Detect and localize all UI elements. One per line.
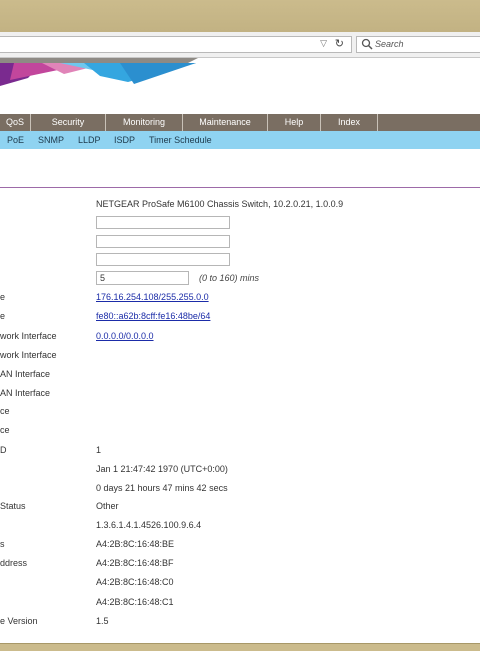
menu-monitoring[interactable]: Monitoring [106,114,183,131]
submenu-lldp[interactable]: LLDP [78,131,101,149]
mac-address-2-value: A4:2B:8C:16:48:BF [96,558,174,568]
menu-help[interactable]: Help [268,114,321,131]
interface-a-label: ce [0,406,10,416]
browser-navigation-bar: ▽ ↻ Search [0,32,480,58]
service-port-ipv4-link[interactable]: 176.16.254.108/255.255.0.0 [96,292,209,302]
login-timeout-hint: (0 to 160) mins [199,273,260,283]
up-time-value: 0 days 21 hours 47 mins 42 secs [96,483,228,493]
submenu-timer-schedule[interactable]: Timer Schedule [149,131,212,149]
submenu-snmp[interactable]: SNMP [38,131,64,149]
menu-security[interactable]: Security [31,114,106,131]
service-port-ipv6-label: e [0,311,6,321]
network-interface-ipv4-link[interactable]: 0.0.0.0/0.0.0.0 [96,331,154,341]
status-label: Status [0,501,26,511]
url-history-dropdown-icon[interactable]: ▽ [320,38,327,49]
network-interface-ipv4-label: work Interface [0,331,57,341]
search-input[interactable]: Search [356,36,480,53]
mac-address-3-value: A4:2B:8C:16:48:C0 [96,577,174,587]
system-contact-input[interactable] [96,253,230,266]
version-label: e Version [0,616,38,626]
status-value: Other [96,501,119,511]
object-id-value: 1.3.6.1.4.1.4526.100.9.6.4 [96,520,202,530]
submenu-isdp[interactable]: ISDP [114,131,135,149]
interface-b-label: ce [0,425,10,435]
vlan-interface-ipv4-label: AN Interface [0,369,51,379]
main-menu-bar: QoS Security Monitoring Maintenance Help… [0,114,480,131]
mac-address-1-label: s [0,539,5,549]
system-location-input[interactable] [96,235,230,248]
mac-address-2-label: ddress [0,558,28,568]
service-port-ipv6-link[interactable]: fe80::a62b:8cff:fe16:48be/64 [96,311,210,321]
mac-address-1-value: A4:2B:8C:16:48:BE [96,539,175,549]
search-placeholder: Search [375,39,404,49]
reload-icon[interactable]: ↻ [335,37,344,50]
section-divider [0,187,480,188]
menu-qos[interactable]: QoS [0,114,31,131]
network-interface-ipv6-label: work Interface [0,350,57,360]
system-time-value: Jan 1 21:47:42 1970 (UTC+0:00) [96,464,228,474]
service-port-ipv4-label: e [0,292,6,302]
system-description-value: NETGEAR ProSafe M6100 Chassis Switch, 10… [96,199,344,209]
menu-index[interactable]: Index [321,114,378,131]
sub-menu-bar: PoE SNMP LLDP ISDP Timer Schedule [0,131,480,149]
browser-title-bar [0,0,480,33]
login-timeout-input[interactable]: 5 [96,271,189,285]
submenu-poe[interactable]: PoE [7,131,24,149]
url-bar[interactable]: ▽ ↻ [0,36,352,53]
version-value: 1.5 [96,616,109,626]
unit-value: 1 [96,445,102,455]
system-name-input[interactable] [96,216,230,229]
page-content: QoS Security Monitoring Maintenance Help… [0,58,480,643]
vlan-interface-ipv6-label: AN Interface [0,388,51,398]
netgear-banner-graphic [0,58,480,114]
unit-label: D [0,445,7,455]
login-timeout-value: 5 [100,273,106,283]
menu-maintenance[interactable]: Maintenance [183,114,268,131]
mac-address-4-value: A4:2B:8C:16:48:C1 [96,597,174,607]
search-icon [361,38,373,50]
